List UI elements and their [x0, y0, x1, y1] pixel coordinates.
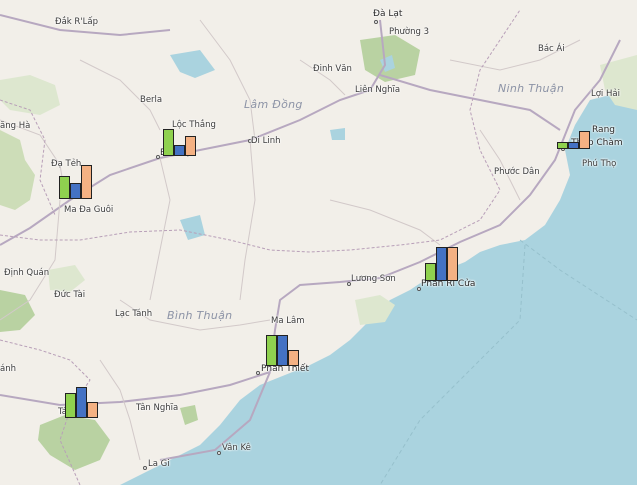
region-label-ninh-thuan: Ninh Thuận	[498, 82, 565, 95]
chart-tanh-linh[interactable]	[65, 382, 98, 418]
place-label-phuong-3: Phường 3	[389, 27, 429, 37]
map-canvas[interactable]: Lâm Đồng Bình Thuận Ninh Thuận Đà Lạt Ph…	[0, 0, 637, 485]
place-label-ang-ha: ăng Hà	[0, 121, 31, 131]
place-label-lien-nghia: Liên Nghĩa	[355, 85, 401, 95]
place-marker	[143, 466, 147, 470]
forest-area	[0, 290, 35, 332]
place-label-dinh-van: Đinh Văn	[313, 64, 352, 74]
chart-bar-s1	[59, 176, 70, 199]
chart-phan-rang[interactable]	[557, 113, 590, 149]
chart-bar-s1	[425, 263, 436, 281]
chart-bar-s3	[579, 131, 590, 149]
place-label-dinh-quan: Định Quán	[4, 268, 50, 278]
forest-area	[0, 75, 60, 115]
chart-bar-s2	[174, 145, 185, 156]
place-label-phuoc-dan: Phước Dân	[494, 167, 540, 177]
lake	[180, 215, 205, 240]
chart-bar-s2	[436, 247, 447, 281]
chart-phan-ri-cua[interactable]	[425, 245, 458, 281]
place-label-ma-da-guoi: Ma Đa Guôi	[64, 205, 114, 215]
place-label-ma-lam: Ma Lâm	[271, 316, 305, 326]
place-marker	[374, 20, 378, 24]
place-label-van-ke: Vân Kê	[222, 443, 251, 453]
chart-bar-s1	[163, 129, 174, 156]
lake	[330, 128, 345, 140]
chart-bar-s3	[87, 402, 98, 418]
chart-bar-s3	[81, 165, 92, 199]
chart-bar-s3	[447, 247, 458, 281]
chart-bar-s2	[70, 183, 81, 199]
place-label-rang: Rang	[592, 125, 615, 135]
place-label-lac-tanh: Lạc Tánh	[115, 309, 153, 319]
place-marker	[256, 371, 260, 375]
chart-ma-da-guoi[interactable]	[59, 163, 92, 199]
place-label-la-gi: La Gi	[148, 459, 170, 469]
chart-bar-s1	[65, 393, 76, 418]
place-label-dak-rlap: Đắk R'Lấp	[55, 17, 99, 27]
lake	[170, 50, 215, 78]
chart-bar-s1	[266, 335, 277, 366]
place-marker	[217, 451, 221, 455]
forest-area	[48, 265, 85, 292]
chart-bar-s2	[568, 142, 579, 149]
place-label-berla: Berla	[140, 95, 163, 105]
forest-area	[180, 405, 198, 425]
chart-bar-s3	[185, 136, 196, 156]
place-label-duc-tai: Đức Tài	[54, 290, 86, 300]
place-label-di-linh: Di Linh	[251, 136, 281, 146]
forest-area	[38, 415, 110, 470]
chart-bar-s2	[277, 335, 288, 366]
place-label-loi-hai: Lợi Hải	[591, 89, 620, 99]
place-label-bac-ai: Bác Ái	[538, 44, 565, 54]
region-label-binh-thuan: Bình Thuận	[167, 309, 233, 322]
place-label-luong-son: Lương Sơn	[351, 274, 396, 284]
chart-phan-thiet[interactable]	[266, 330, 299, 366]
place-label-da-lat: Đà Lạt	[373, 9, 403, 19]
forest-area	[0, 130, 35, 210]
place-label-tan-nghia: Tân Nghĩa	[136, 403, 179, 413]
place-label-anh: ánh	[0, 364, 16, 374]
region-label-lam-dong: Lâm Đồng	[244, 98, 303, 111]
chart-bar-s1	[557, 142, 568, 149]
chart-bar-s3	[288, 350, 299, 366]
chart-bao-loc[interactable]	[163, 120, 196, 156]
chart-bar-s2	[76, 387, 87, 418]
place-label-phu-tho: Phú Thọ	[582, 159, 617, 169]
